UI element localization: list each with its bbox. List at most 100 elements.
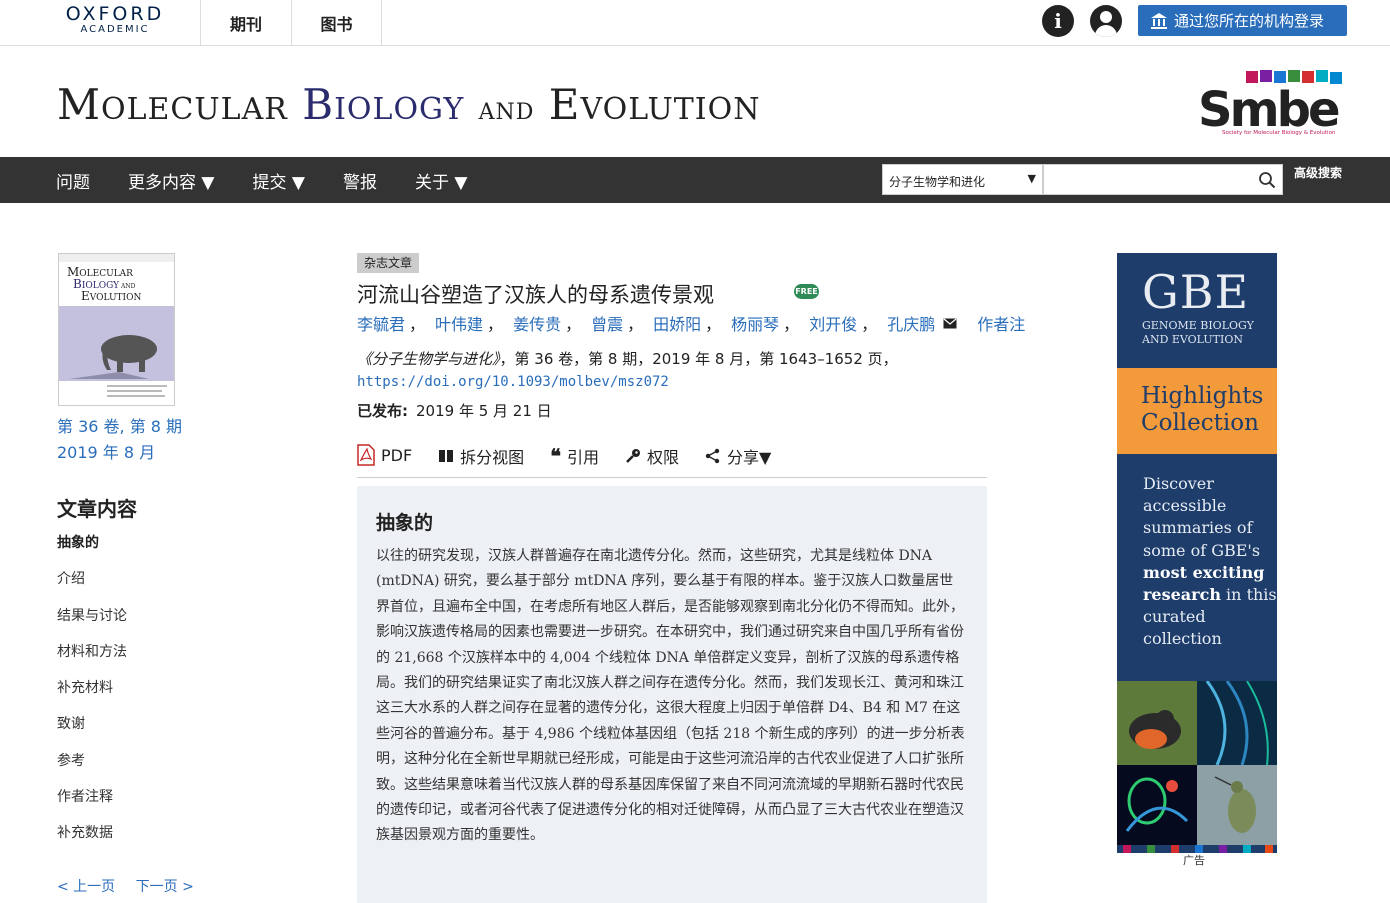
author-link[interactable]: 李毓君: [357, 311, 405, 335]
abstract-text: 以往的研究发现，汉族人群普遍存在南北遗传分化。然而，这些研究，尤其是线粒体 DN…: [376, 548, 965, 844]
ad-line: accessible: [1143, 496, 1227, 516]
author-notes-link[interactable]: 作者注: [977, 311, 1025, 335]
pdf-label: PDF: [381, 445, 413, 465]
cite-label: 引用: [566, 448, 599, 467]
author-link[interactable]: 姜传贵: [513, 311, 561, 335]
gbe-logo: GBE: [1142, 265, 1250, 319]
doi-link[interactable]: https://doi.org/10.1093/molbev/msz072: [357, 374, 669, 390]
ad-bold-line: most exciting: [1143, 562, 1265, 582]
journal-title[interactable]: MOLECULAR BIOLOGY AND EVOLUTION: [57, 80, 760, 129]
search-scope-value: 分子生物学和进化: [889, 175, 986, 189]
abstract-section: 抽象的 以往的研究发现，汉族人群普遍存在南北遗传分化。然而，这些研究，尤其是线粒…: [357, 486, 987, 903]
author-separator: ，: [565, 315, 582, 334]
toc-item-methods[interactable]: 材料和方法: [57, 640, 127, 676]
citation-journal: 《分子生物学与进化》: [357, 350, 500, 368]
smbe-society-logo[interactable]: Smbe Society for Molecular Biology & Evo…: [1196, 68, 1348, 136]
search-scope-select[interactable]: 分子生物学和进化 ▼: [882, 164, 1043, 195]
logo-line2: ACADEMIC: [80, 24, 150, 35]
institution-login-button[interactable]: 通过您所在的机构登录: [1138, 5, 1347, 36]
ad-line: summaries of: [1143, 518, 1253, 538]
title-cap-b: B: [302, 80, 335, 129]
ad-highlights-line2: Collection: [1141, 410, 1259, 436]
toc-item-supplementary-data[interactable]: 补充数据: [57, 821, 127, 857]
institution-login-label: 通过您所在的机构登录: [1174, 12, 1325, 30]
toc-item-supplementary[interactable]: 补充材料: [57, 676, 127, 712]
share-button[interactable]: 分享▼: [705, 444, 771, 468]
ad-line: curated: [1143, 607, 1206, 627]
prev-link[interactable]: < 上一页: [57, 879, 115, 895]
issue-volume[interactable]: 第 36 卷, 第 8 期: [57, 414, 182, 440]
published-date: 2019 年 5 月 21 日: [416, 402, 552, 420]
author-link[interactable]: 叶伟建: [435, 311, 483, 335]
published-label: 已发布:: [357, 402, 408, 420]
ad-highlights-line1: Highlights: [1141, 383, 1264, 409]
top-nav: 期刊 图书: [200, 0, 382, 46]
info-icon[interactable]: i: [1042, 5, 1074, 37]
ad-line: in this: [1220, 585, 1277, 605]
ad-image-collage: [1117, 681, 1277, 853]
top-nav-books[interactable]: 图书: [291, 0, 382, 46]
cite-button[interactable]: ❝ 引用: [550, 444, 599, 468]
citation-details: ，第 36 卷，第 8 期，2019 年 8 月，第 1643–1652 页，: [499, 350, 898, 368]
author-link[interactable]: 刘开俊: [809, 311, 857, 335]
key-icon: [626, 449, 640, 463]
oxford-academic-logo[interactable]: OXFORD ACADEMIC: [56, 4, 174, 36]
nav-issues[interactable]: 问题: [56, 168, 90, 193]
user-account-icon[interactable]: [1090, 5, 1122, 37]
ad-line: Discover: [1143, 474, 1214, 493]
author-separator: ，: [487, 315, 504, 334]
article-type-badge: 杂志文章: [357, 253, 420, 273]
masthead: MOLECULAR BIOLOGY AND EVOLUTION Smbe Soc…: [0, 46, 1390, 157]
author-link[interactable]: 孔庆鹏: [887, 311, 935, 335]
toc-heading: 文章内容: [57, 497, 137, 521]
nav-more-content[interactable]: 更多内容 ▼: [128, 168, 214, 193]
article-toolbar: PDF 拆分视图 ❝ 引用 权限 分享▼: [357, 444, 987, 478]
gbe-logo-subtitle: GENOME BIOLOGY AND EVOLUTION: [1142, 319, 1254, 347]
table-of-contents: 抽象的 介绍 结果与讨论 材料和方法 补充材料 致谢 参考 作者注释 补充数据: [57, 531, 127, 858]
toc-item-abstract[interactable]: 抽象的: [57, 531, 127, 567]
search-input[interactable]: [1044, 165, 1244, 193]
author-link[interactable]: 田娇阳: [653, 311, 701, 335]
author-separator: ，: [861, 315, 878, 334]
top-nav-journals[interactable]: 期刊: [200, 0, 291, 46]
issue-info[interactable]: 第 36 卷, 第 8 期 2019 年 8 月: [57, 414, 182, 466]
envelope-icon[interactable]: [943, 318, 957, 329]
toc-item-introduction[interactable]: 介绍: [57, 567, 127, 603]
toc-item-results[interactable]: 结果与讨论: [57, 604, 127, 640]
toc-item-acknowledgments[interactable]: 致谢: [57, 712, 127, 748]
gbe-sub-line1: GENOME BIOLOGY: [1142, 319, 1254, 332]
advanced-search-link[interactable]: 高级搜索: [1294, 164, 1342, 181]
permissions-button[interactable]: 权限: [625, 444, 679, 468]
ad-line: collection: [1143, 629, 1222, 649]
search-icon[interactable]: [1258, 171, 1276, 189]
toc-item-references[interactable]: 参考: [57, 749, 127, 785]
author-separator: ，: [705, 315, 722, 334]
issue-date[interactable]: 2019 年 8 月: [57, 440, 182, 466]
author-separator: ，: [627, 315, 644, 334]
toc-item-author-notes[interactable]: 作者注释: [57, 785, 127, 821]
split-view-icon: [439, 450, 454, 462]
ad-bold-line: research: [1143, 585, 1221, 605]
ad-label: 广告: [1183, 854, 1205, 867]
search-field[interactable]: [1043, 164, 1283, 195]
pdf-icon: [357, 444, 375, 466]
author-link[interactable]: 曾震: [591, 311, 623, 335]
author-link[interactable]: 杨丽琴: [731, 311, 779, 335]
published-line: 已发布: 2019 年 5 月 21 日: [357, 400, 552, 421]
next-link[interactable]: 下一页 >: [136, 879, 194, 895]
permissions-label: 权限: [646, 448, 679, 467]
gbe-advertisement[interactable]: GBE GENOME BIOLOGY AND EVOLUTION Highlig…: [1117, 253, 1277, 853]
ad-highlights-text: Highlights Collection: [1141, 383, 1263, 437]
journal-cover-image[interactable]: MOLECULAR BIOLOGY AND EVOLUTION: [58, 253, 175, 406]
split-view-button[interactable]: 拆分视图: [438, 444, 524, 468]
nav-submit[interactable]: 提交 ▼: [252, 168, 304, 193]
title-word-and: AND: [478, 100, 535, 125]
abstract-heading: 抽象的: [376, 512, 434, 534]
pagination: < 上一页 下一页 >: [57, 876, 210, 896]
top-bar: OXFORD ACADEMIC 期刊 图书 i 通过您所在的机构登录: [0, 0, 1390, 46]
nav-about[interactable]: 关于 ▼: [415, 168, 467, 193]
ad-body-text: Discover accessible summaries of some of…: [1143, 473, 1277, 651]
nav-alerts[interactable]: 警报: [343, 168, 377, 193]
pdf-button[interactable]: PDF: [357, 444, 412, 466]
logo-line1: OXFORD: [65, 3, 165, 25]
